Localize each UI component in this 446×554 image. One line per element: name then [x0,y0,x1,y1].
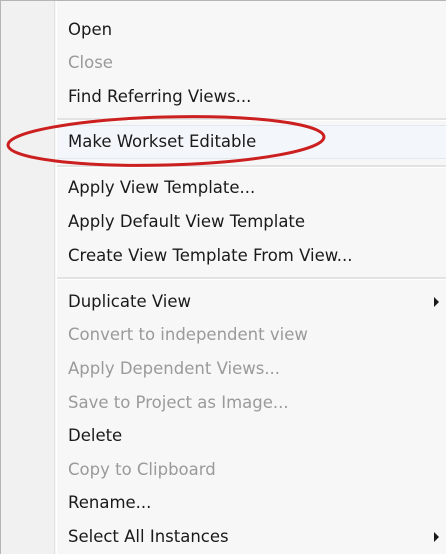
menu-item-delete[interactable]: Delete [1,419,446,452]
menu-item-rename[interactable]: Rename... [1,486,446,519]
menu-item-label: Find Referring Views... [68,87,252,106]
menu-item-label: Select All Instances [68,527,229,546]
menu-item-label: Duplicate View [68,292,192,311]
submenu-arrow-icon [434,532,439,542]
menu-item-label: Apply Dependent Views... [68,359,281,378]
menu-item-duplicate-view[interactable]: Duplicate View [1,285,446,318]
menu-item-label: Apply View Template... [68,178,256,197]
menu-separator [57,118,446,121]
menu-item-label: Open [68,20,113,39]
menu-item-label: Rename... [68,493,152,512]
menu-item-save-to-project-as-image: Save to Project as Image... [1,386,446,419]
menu-item-convert-to-independent-view: Convert to independent view [1,318,446,351]
menu-item-close: Close [1,46,446,79]
menu-item-label: Make Workset Editable [68,132,257,151]
menu-separator [57,165,446,168]
menu-item-label: Copy to Clipboard [68,460,216,479]
menu-item-label: Close [68,53,113,72]
menu-item-label: Convert to independent view [68,325,308,344]
menu-item-apply-view-template[interactable]: Apply View Template... [1,171,446,204]
menu-item-find-referring-views[interactable]: Find Referring Views... [1,80,446,113]
menu-item-label: Save to Project as Image... [68,393,289,412]
submenu-arrow-icon [434,297,439,307]
menu-item-select-all-instances[interactable]: Select All Instances [1,520,446,553]
menu-item-label: Create View Template From View... [68,246,353,265]
menu-item-copy-to-clipboard: Copy to Clipboard [1,453,446,486]
menu-item-label: Apply Default View Template [68,212,306,231]
menu-separator [57,277,446,280]
menu-item-open[interactable]: Open [1,13,446,46]
menu-item-apply-dependent-views: Apply Dependent Views... [1,352,446,385]
menu-item-create-view-template[interactable]: Create View Template From View... [1,239,446,272]
menu-item-apply-default-view-template[interactable]: Apply Default View Template [1,205,446,238]
menu-item-make-workset-editable[interactable]: Make Workset Editable [1,125,446,158]
context-menu: Open Close Find Referring Views... Make … [0,0,446,554]
menu-item-label: Delete [68,426,123,445]
